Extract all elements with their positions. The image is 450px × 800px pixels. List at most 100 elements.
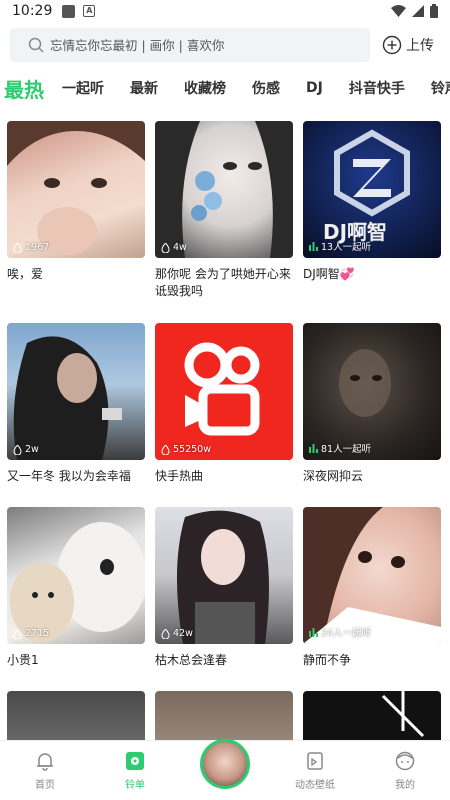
upload-button[interactable]: 上传 [382,35,434,55]
playlist-cover: 55250w [155,323,293,460]
nav-mine[interactable]: 我的 [360,741,450,800]
tab-dj[interactable]: DJ [306,80,323,96]
cover-illustration [13,336,122,460]
search-input[interactable] [50,37,350,53]
playlist-card[interactable]: 1967 唉，爱 [7,121,145,283]
search-box[interactable] [10,28,370,62]
playlist-title: DJ啊智💞 [303,267,355,281]
now-playing-button[interactable] [180,738,270,800]
count-text: 81人一起听 [321,444,372,455]
app-notification-icon: A [83,5,96,17]
playlist-title: 又一年冬 我以为会幸福 [7,469,131,483]
cover-illustration [303,507,441,644]
plus-circle-icon [382,35,402,55]
listeners-count: 13人一起听 [309,239,371,253]
count-text: 42w [173,628,193,639]
tab-douyin-kuaishou[interactable]: 抖音快手 [349,78,405,98]
playlist-title: 静而不争 [303,653,352,667]
count-text: 2715 [25,628,50,639]
tab-sad[interactable]: 伤感 [252,78,280,98]
now-playing-avatar [200,738,250,789]
nav-ringtone-label: 铃单 [125,780,145,791]
battery-icon [430,4,438,18]
tab-listen-together[interactable]: 一起听 [62,78,104,98]
playlist-cover: 42w [155,507,293,644]
popularity-count: 2w [13,444,39,455]
tab-favorites-chart[interactable]: 收藏榜 [184,78,226,98]
playlist-card[interactable]: 42w 枯木总会逢春 [155,507,293,669]
playlist-title: 那你呢 会为了哄她开心来诋毁我吗 [155,267,291,298]
playlist-title: 唉，爱 [7,267,44,281]
nav-mine-label: 我的 [395,780,415,791]
search-row: 上传 [10,28,440,62]
dj-logo: DJ啊智 [323,129,410,244]
signal-icon [412,5,424,17]
count-text: 1967 [25,242,50,253]
listeners-count: 24人一起听 [309,625,371,639]
count-text: 55250w [173,444,211,455]
tab-newest[interactable]: 最新 [130,78,158,98]
playlist-cover: 2715 [7,507,145,644]
playlist-cover: 1967 [7,121,145,258]
equalizer-icon [309,241,318,251]
nav-ringtone[interactable]: 铃单 [90,741,180,800]
flame-icon [13,628,22,639]
playlist-cover: DJ啊智 13人一起听 [303,121,441,258]
count-text: 13人一起听 [321,242,372,253]
playlist-card[interactable]: DJ啊智 13人一起听 DJ啊智💞 [303,121,441,283]
playlist-card[interactable]: 81人一起听 深夜网抑云 [303,323,441,485]
playlist-card[interactable]: 55250w 快手热曲 [155,323,293,485]
status-time: 10:29 [12,3,53,19]
popularity-count: 4w [161,242,187,253]
playlist-card[interactable]: 2w 又一年冬 我以为会幸福 [7,323,145,485]
count-text: 24人一起听 [321,628,372,639]
playlist-card[interactable]: 4w 那你呢 会为了哄她开心来诋毁我吗 [155,121,293,300]
category-tabs: 最热 一起听 最新 收藏榜 伤感 DJ 抖音快手 铃声 [0,70,450,106]
wifi-icon [391,5,406,17]
nav-home-label: 首页 [35,780,55,791]
phone-call-icon [307,752,323,770]
equalizer-icon [309,627,318,637]
music-disc-icon [126,752,144,770]
playlist-card[interactable]: 2715 小贵1 [7,507,145,669]
popularity-count: 2715 [13,628,49,639]
search-icon [28,37,44,53]
popularity-count: 55250w [161,444,211,455]
playlist-title: 小贵1 [7,653,39,667]
playlist-cover: 24人一起听 [303,507,441,644]
nav-home[interactable]: 首页 [0,741,90,800]
flame-icon [13,444,22,455]
tab-hottest[interactable]: 最热 [4,74,44,103]
flame-icon [161,242,170,253]
flame-icon [13,242,22,253]
listeners-count: 81人一起听 [309,441,371,455]
nav-wallpaper-label: 动态壁纸 [295,780,335,791]
tab-ringtone[interactable]: 铃声 [431,78,450,98]
user-face-icon [395,751,415,771]
cover-illustration [10,522,145,642]
cover-illustration [155,121,293,258]
playlist-cover: 2w [7,323,145,460]
playlist-title: 枯木总会逢春 [155,653,228,667]
popularity-count: 42w [161,628,193,639]
popularity-count: 1967 [13,242,49,253]
cover-illustration [339,349,391,417]
cover-illustration [7,121,145,255]
playlist-card[interactable]: 24人一起听 静而不争 [303,507,441,669]
kuaishou-logo [184,342,260,436]
count-text: 2w [25,444,39,455]
notification-icon [62,4,76,18]
playlist-cover: 81人一起听 [303,323,441,460]
playlist-cover: 4w [155,121,293,258]
cover-illustration [176,510,269,644]
upload-label: 上传 [406,38,434,54]
status-bar: 10:29 A [0,0,450,22]
flame-icon [161,628,170,639]
flame-icon [161,444,170,455]
bell-icon [37,753,53,771]
playlist-title: 快手热曲 [155,469,204,483]
count-text: 4w [173,242,187,253]
nav-live-wallpaper[interactable]: 动态壁纸 [270,741,360,800]
playlist-title: 深夜网抑云 [303,469,364,483]
equalizer-icon [309,443,318,453]
